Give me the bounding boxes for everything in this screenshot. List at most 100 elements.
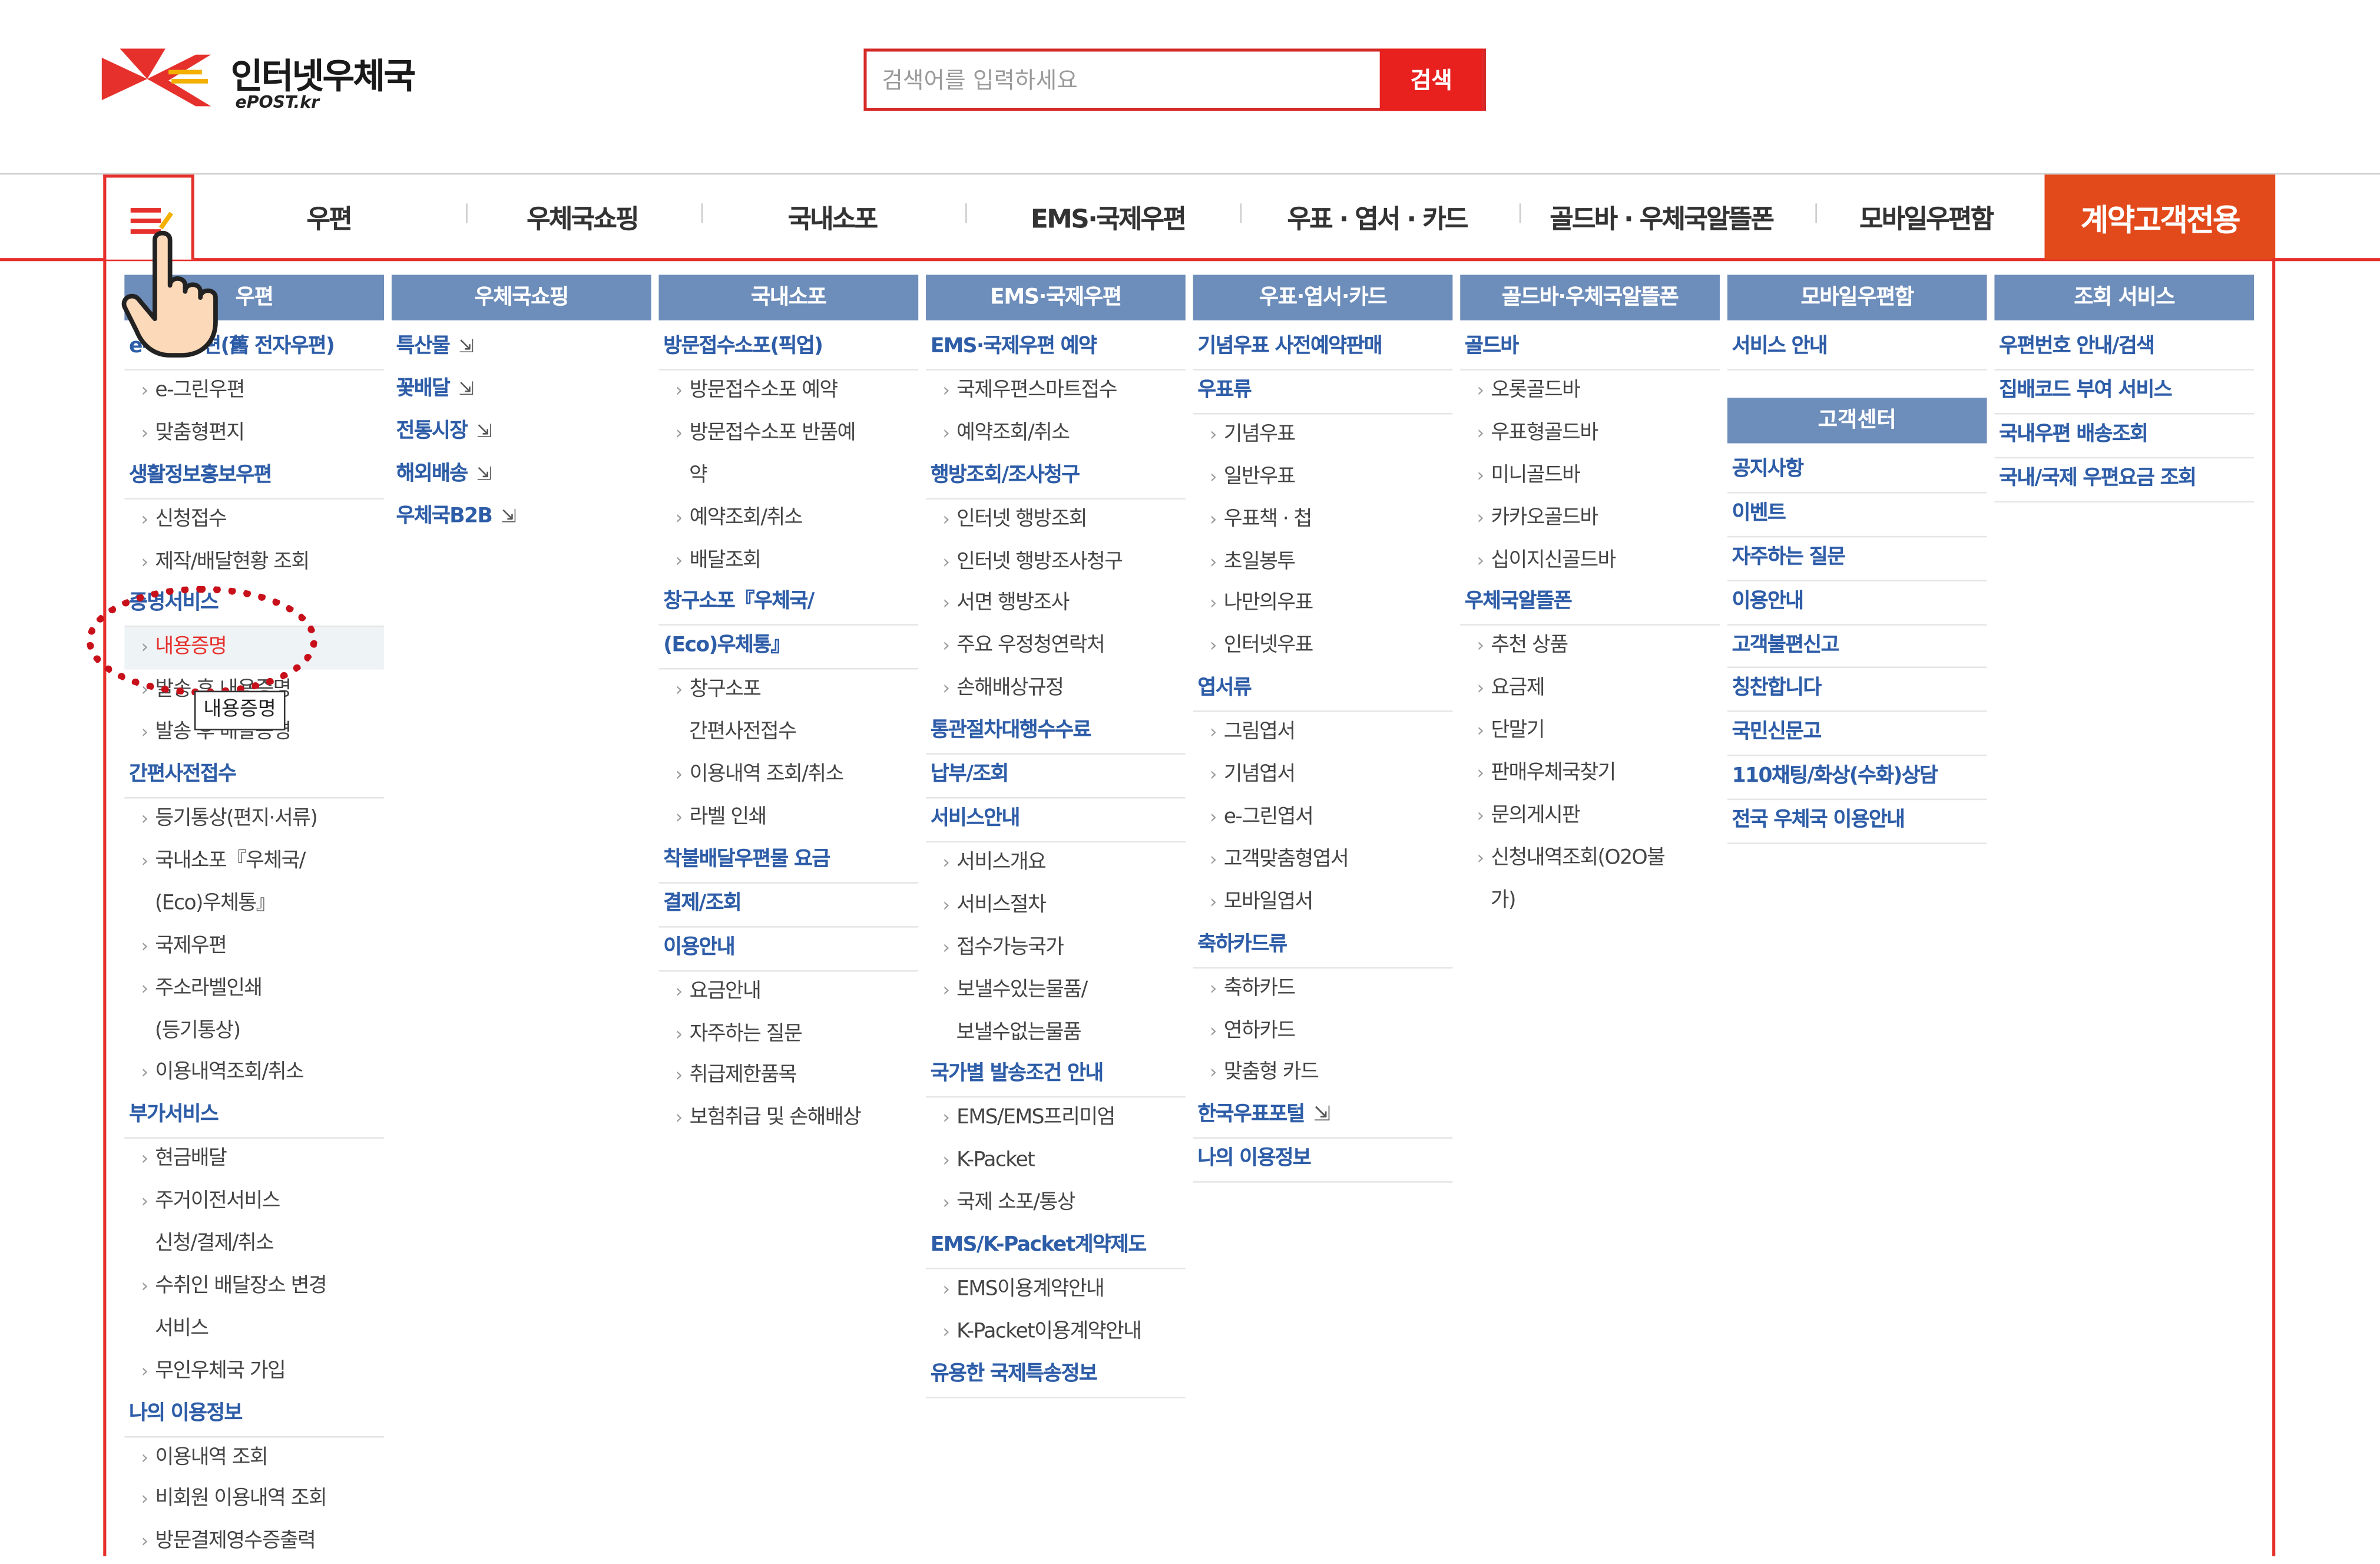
- menu-item[interactable]: 서비스개요: [926, 842, 1186, 885]
- menu-item[interactable]: 주소라벨인쇄: [124, 968, 384, 1010]
- menu-item[interactable]: 신청내역조회(O2O불: [1460, 838, 1720, 880]
- menu-category[interactable]: 창구소포『우체국/: [658, 582, 919, 626]
- menu-item[interactable]: e-그린우편: [124, 371, 384, 413]
- column-header[interactable]: 우체국쇼핑: [391, 275, 651, 320]
- menu-category[interactable]: 납부/조회: [926, 755, 1186, 799]
- site-logo[interactable]: 인터넷우체국 ePOST.kr: [101, 45, 466, 121]
- menu-item[interactable]: 예약조회/취소: [926, 413, 1186, 455]
- menu-item[interactable]: 기념우표: [1193, 414, 1453, 457]
- menu-category[interactable]: 유용한 국제특송정보: [926, 1354, 1186, 1398]
- menu-item[interactable]: 신청/결제/취소: [124, 1224, 384, 1266]
- column-header[interactable]: 우표·엽서·카드: [1193, 275, 1453, 320]
- menu-item[interactable]: 초일봉투: [1193, 541, 1453, 584]
- menu-item[interactable]: 비회원 이용내역 조회: [124, 1479, 384, 1522]
- menu-category[interactable]: 부가서비스: [124, 1095, 385, 1139]
- nav-parcel[interactable]: 국내소포: [788, 197, 878, 236]
- menu-item[interactable]: 모바일엽서: [1193, 882, 1453, 924]
- menu-item[interactable]: (등기통상): [124, 1010, 384, 1053]
- menu-item[interactable]: 국제 소포/통상: [926, 1183, 1186, 1225]
- menu-item[interactable]: 요금제: [1460, 669, 1720, 711]
- menu-item[interactable]: 배달조회: [659, 540, 919, 582]
- menu-category[interactable]: 통관절차대행수수료: [926, 711, 1186, 755]
- menu-category[interactable]: 나의 이용정보: [1193, 1139, 1453, 1183]
- menu-item[interactable]: 이용내역조회/취소: [124, 1053, 384, 1095]
- menu-category[interactable]: 골드바: [1460, 326, 1720, 371]
- menu-category[interactable]: 집배코드 부여 서비스: [1994, 371, 2255, 415]
- menu-category[interactable]: 방문접수소포(픽업): [658, 326, 919, 371]
- menu-category[interactable]: 간편사전접수: [124, 755, 385, 799]
- menu-item[interactable]: 요금안내: [659, 971, 919, 1013]
- menu-item[interactable]: 손해배상규정: [926, 669, 1186, 711]
- customer-center-item[interactable]: 공지사항: [1727, 449, 1987, 494]
- menu-item[interactable]: 창구소포: [659, 670, 919, 712]
- menu-external-link[interactable]: 우체국B2B ⇲: [392, 496, 651, 538]
- menu-item[interactable]: 일반우표: [1193, 457, 1453, 499]
- menu-category[interactable]: 우편번호 안내/검색: [1994, 326, 2255, 371]
- menu-item[interactable]: 접수가능국가: [926, 927, 1186, 970]
- menu-item[interactable]: 가): [1460, 880, 1720, 922]
- menu-item[interactable]: 우표형골드바: [1460, 413, 1720, 455]
- menu-item[interactable]: EMS/EMS프리미엄: [926, 1098, 1186, 1140]
- menu-external-link[interactable]: 꽃배달 ⇲: [392, 369, 651, 411]
- menu-item[interactable]: 십이지신골드바: [1460, 540, 1720, 582]
- menu-category[interactable]: 국내/국제 우편요금 조회: [1994, 458, 2255, 502]
- menu-category[interactable]: 생활정보홍보우편: [124, 455, 385, 499]
- menu-item[interactable]: (Eco)우체통』: [124, 883, 384, 925]
- menu-category[interactable]: (Eco)우체통』: [658, 626, 919, 670]
- customer-center-item[interactable]: 고객불편신고: [1727, 625, 1987, 669]
- menu-category[interactable]: 엽서류: [1193, 669, 1453, 713]
- menu-item[interactable]: 고객맞춤형엽서: [1193, 839, 1453, 882]
- menu-category[interactable]: 축하카드류: [1193, 924, 1453, 968]
- menu-item[interactable]: 인터넷 행방조회: [926, 499, 1186, 541]
- menu-category[interactable]: 국내우편 배송조회: [1994, 414, 2255, 458]
- menu-item[interactable]: 방문접수소포 반품예: [659, 413, 919, 455]
- column-header[interactable]: 조회 서비스: [1994, 275, 2255, 320]
- column-header[interactable]: 모바일우편함: [1727, 275, 1987, 320]
- customer-center-item[interactable]: 자주하는 질문: [1727, 537, 1987, 581]
- menu-item[interactable]: 주요 우정청연락처: [926, 626, 1186, 669]
- menu-item[interactable]: 기념엽서: [1193, 755, 1453, 797]
- nav-mobile-mailbox[interactable]: 모바일우편함: [1859, 197, 1994, 236]
- column-header[interactable]: 골드바·우체국알뜰폰: [1460, 275, 1720, 320]
- search-input[interactable]: [866, 51, 1383, 108]
- menu-item[interactable]: 카카오골드바: [1460, 497, 1720, 540]
- menu-item[interactable]: K-Packet: [926, 1140, 1186, 1183]
- menu-category[interactable]: 우체국알뜰폰: [1460, 582, 1720, 626]
- customer-center-item[interactable]: 이용안내: [1727, 581, 1987, 625]
- menu-item[interactable]: 보낼수없는물품: [926, 1012, 1186, 1054]
- menu-item[interactable]: 인터넷 행방조사청구: [926, 541, 1186, 584]
- menu-item[interactable]: 취급제한품목: [659, 1056, 919, 1098]
- nav-mail[interactable]: 우편: [307, 197, 353, 236]
- menu-item[interactable]: 인터넷우표: [1193, 626, 1453, 669]
- menu-external-link[interactable]: 해외배송 ⇲: [392, 454, 651, 496]
- menu-item[interactable]: 약: [659, 455, 919, 497]
- menu-item[interactable]: 제작/배달현황 조회: [124, 541, 384, 584]
- customer-center-item[interactable]: 이벤트: [1727, 493, 1987, 537]
- menu-item[interactable]: 그림엽서: [1193, 712, 1453, 755]
- menu-external-link[interactable]: 전통시장 ⇲: [392, 411, 651, 454]
- menu-item[interactable]: 간편사전접수: [659, 712, 919, 755]
- customer-center-header[interactable]: 고객센터: [1727, 397, 1987, 444]
- menu-category[interactable]: 한국우표포털 ⇲: [1193, 1095, 1453, 1139]
- menu-item[interactable]: 이용내역 조회/취소: [659, 755, 919, 797]
- customer-center-item[interactable]: 국민신문고: [1727, 713, 1987, 757]
- menu-category[interactable]: 서비스안내: [926, 799, 1186, 843]
- menu-external-link[interactable]: 특산물 ⇲: [392, 326, 651, 369]
- menu-item[interactable]: 우표책 · 첩: [1193, 499, 1453, 541]
- nav-goldbar[interactable]: 골드바 · 우체국알뜰폰: [1550, 197, 1775, 236]
- menu-item[interactable]: 신청접수: [124, 499, 384, 541]
- menu-item[interactable]: 라벨 인쇄: [659, 797, 919, 839]
- menu-category[interactable]: 국가별 발송조건 안내: [926, 1054, 1186, 1099]
- menu-item[interactable]: 주거이전서비스: [124, 1181, 384, 1224]
- menu-item[interactable]: 추천 상품: [1460, 626, 1720, 669]
- menu-item[interactable]: 이용내역 조회: [124, 1437, 384, 1479]
- menu-category[interactable]: 나의 이용정보: [124, 1393, 385, 1437]
- menu-category[interactable]: 이용안내: [658, 927, 919, 971]
- menu-category[interactable]: 서비스 안내: [1727, 326, 1987, 371]
- menu-category[interactable]: 우표류: [1193, 371, 1453, 415]
- column-header[interactable]: 국내소포: [658, 275, 919, 320]
- menu-item[interactable]: 판매우체국찾기: [1460, 753, 1720, 795]
- customer-center-item[interactable]: 칭찬합니다: [1727, 669, 1987, 713]
- menu-item[interactable]: 방문접수소포 예약: [659, 371, 919, 413]
- customer-center-item[interactable]: 전국 우체국 이용안내: [1727, 801, 1987, 845]
